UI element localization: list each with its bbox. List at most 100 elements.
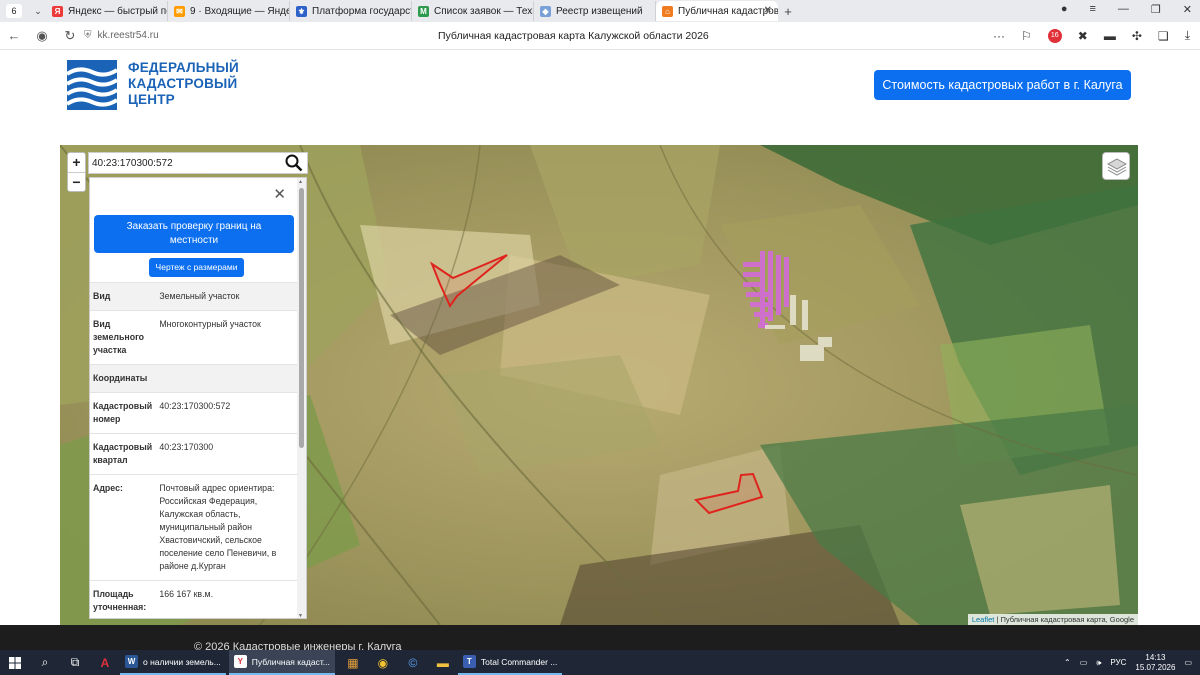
windows-taskbar: ⌕ ⧉ A W о наличии земель... Y Публичная …	[0, 650, 1200, 675]
puzzle-icon[interactable]: ✣	[1132, 29, 1142, 43]
browser-tab-yandex[interactable]: Я Яндекс — быстрый поиск	[46, 1, 168, 21]
cadastral-cost-button[interactable]: Стоимость кадастровых работ в г. Калуга	[874, 70, 1131, 100]
table-row: Вид Земельный участок	[90, 282, 298, 310]
minimize-icon[interactable]: —	[1118, 3, 1129, 16]
tab-count-badge[interactable]: 6	[6, 4, 22, 18]
zoom-control: + −	[67, 152, 86, 192]
browser-tab-gosplatform[interactable]: ⚜ Платформа государственных	[290, 1, 412, 21]
browser-tab-requests[interactable]: M Список заявок — ТехноКад	[412, 1, 534, 21]
table-row: Координаты	[90, 364, 298, 392]
property-value: 40:23:170300:572	[159, 401, 231, 411]
browser-tab-registry[interactable]: ◆ Реестр извещений	[534, 1, 656, 21]
taskbar-app-title: Total Commander ...	[480, 656, 558, 667]
extension-badge[interactable]: 16	[1047, 28, 1062, 43]
property-value	[159, 372, 295, 385]
word-icon: W	[125, 655, 138, 668]
network-icon[interactable]: ▭	[1080, 658, 1088, 667]
browser-tab-bar: 6 ⌄ Я Яндекс — быстрый поиск ✉ 9 · Входя…	[0, 0, 1200, 22]
order-boundary-check-button[interactable]: Заказать проверку границ на местности	[94, 215, 294, 253]
more-icon[interactable]: ···	[993, 29, 1005, 43]
property-key: Адрес:	[93, 483, 123, 493]
panel-scrollbar[interactable]: ▲ ▼	[297, 178, 306, 618]
parcel-properties-table: Вид Земельный участок Вид земельного уча…	[90, 282, 298, 618]
bookmark-icon[interactable]: ⚐	[1021, 29, 1032, 43]
browser-tab-mail[interactable]: ✉ 9 · Входящие — Яндекс Почта	[168, 1, 290, 21]
zoom-out-button[interactable]: −	[68, 172, 85, 191]
window-controls: ● ≡ — ❐ ✕	[1061, 3, 1192, 16]
tab-title: Реестр извещений	[556, 5, 643, 17]
registry-favicon-icon: ◆	[540, 5, 551, 17]
acrobat-icon[interactable]: A	[90, 650, 120, 675]
map-view[interactable]: + − ✕ Заказать проверку границ на местно…	[60, 145, 1138, 625]
close-icon[interactable]: ✕	[273, 185, 286, 203]
browser-tab-cadastral-map[interactable]: ⌂ Публичная кадастровая ✕	[656, 1, 778, 21]
property-key: Вид	[93, 291, 111, 301]
collections-icon[interactable]: ❏	[1158, 29, 1169, 43]
house-favicon-icon: ⌂	[662, 5, 673, 17]
tab-title: Яндекс — быстрый поиск	[68, 5, 167, 17]
volume-icon[interactable]: 🕪	[1096, 658, 1101, 668]
attribution-text: | Публичная кадастровая карта, Google	[994, 615, 1134, 624]
browser-menu-icon[interactable]: ◉	[28, 28, 56, 44]
restore-icon[interactable]: ❐	[1151, 3, 1161, 16]
yandex-browser-icon: Y	[233, 655, 247, 668]
mail-favicon-icon: ✉	[174, 5, 185, 17]
tab-title: 9 · Входящие — Яндекс Почта	[190, 5, 289, 17]
yandex-favicon-icon: Я	[52, 5, 63, 17]
notifications-icon[interactable]: ▭	[1184, 658, 1192, 667]
taskbar-app-title: Публичная кадаст...	[251, 656, 330, 667]
property-value: 40:23:170300	[159, 442, 214, 452]
app-grid-icon[interactable]: ▦	[338, 650, 368, 675]
page-title: Публичная кадастровая карта Калужской об…	[438, 30, 709, 42]
system-tray: ⌃ ▭ 🕪 РУС 14:13 15.07.2026 ▭	[1064, 650, 1192, 675]
m-favicon-icon: M	[418, 5, 429, 17]
clock-time: 14:13	[1145, 652, 1166, 662]
search-icon[interactable]: ⌕	[30, 650, 60, 675]
new-tab-button[interactable]: +	[778, 4, 798, 19]
chevron-up-icon[interactable]: ⌃	[1064, 658, 1071, 667]
zoom-in-button[interactable]: +	[68, 153, 85, 172]
hat-icon[interactable]: ▬	[1104, 29, 1116, 43]
property-value: Почтовый адрес ориентира: Российская Фед…	[159, 483, 277, 571]
search-icon[interactable]	[285, 154, 303, 177]
map-attribution: Leaflet | Публичная кадастровая карта, G…	[967, 614, 1138, 625]
url-field[interactable]: kk.reestr54.ru	[98, 30, 159, 41]
folder-icon[interactable]: ▬	[428, 650, 458, 675]
scroll-up-icon[interactable]: ▲	[298, 179, 303, 185]
leaflet-link[interactable]: Leaflet	[972, 615, 995, 624]
taskbar-app-word[interactable]: W о наличии земель...	[120, 650, 226, 675]
close-window-icon[interactable]: ✕	[1183, 3, 1192, 16]
menu-icon[interactable]: ≡	[1089, 3, 1095, 16]
back-icon[interactable]: ←	[0, 28, 28, 43]
extension-icon[interactable]: ✖	[1078, 29, 1088, 43]
layers-icon[interactable]	[1102, 152, 1130, 180]
c-app-icon[interactable]: ©	[398, 650, 428, 675]
taskbar-app-browser[interactable]: Y Публичная кадаст...	[228, 650, 335, 675]
windows-start-icon[interactable]	[0, 650, 30, 675]
download-icon[interactable]: ⤓	[1185, 28, 1190, 43]
logo-line: ЦЕНТР	[128, 92, 175, 107]
profile-icon[interactable]: ●	[1061, 3, 1068, 16]
chrome-icon[interactable]: ◉	[368, 650, 398, 675]
language-indicator[interactable]: РУС	[1110, 658, 1126, 667]
address-bar: ← ◉ ↻ ⛨ kk.reestr54.ru Публичная кадастр…	[0, 22, 1200, 50]
reload-icon[interactable]: ↻	[56, 28, 84, 44]
taskbar-app-total-commander[interactable]: T Total Commander ...	[457, 650, 563, 675]
logo-text[interactable]: ФЕДЕРАЛЬНЫЙ КАДАСТРОВЫЙ ЦЕНТР	[128, 60, 239, 108]
property-key: Координаты	[93, 373, 148, 383]
task-view-icon[interactable]: ⧉	[60, 650, 90, 675]
cadastral-search-input[interactable]	[89, 153, 279, 174]
scroll-down-icon[interactable]: ▼	[298, 613, 303, 618]
tab-title: Список заявок — ТехноКад	[434, 5, 533, 17]
table-row: Площадь уточненная: 166 167 кв.м.	[90, 580, 298, 618]
chevron-down-icon[interactable]: ⌄	[30, 6, 46, 17]
close-tab-icon[interactable]: ✕	[764, 5, 772, 16]
scrollbar-thumb[interactable]	[299, 188, 304, 448]
site-footer: © 2026 Кадастровые инженеры г. Калуга	[0, 625, 1200, 653]
logo-icon[interactable]	[67, 60, 117, 110]
eagle-favicon-icon: ⚜	[296, 5, 307, 17]
drawing-with-dimensions-button[interactable]: Чертеж с размерами	[149, 258, 244, 277]
table-row: Вид земельного участка Многоконтурный уч…	[90, 310, 298, 364]
lock-icon: ⛨	[84, 30, 92, 41]
clock[interactable]: 14:13 15.07.2026	[1135, 653, 1175, 673]
